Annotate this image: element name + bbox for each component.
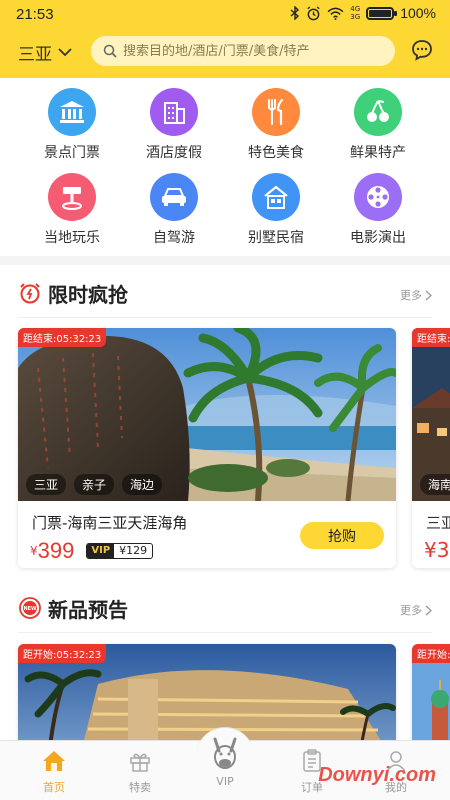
category-movie[interactable]: 电影演出	[328, 173, 428, 247]
wifi-icon	[327, 7, 344, 20]
vip-price: ¥129	[119, 544, 148, 557]
signpost-icon	[48, 173, 96, 221]
tag-list: 三亚 亲子 海边	[26, 474, 163, 495]
city-selector[interactable]: 三亚	[18, 40, 72, 65]
category-label: 景点门票	[44, 145, 100, 161]
divider	[18, 632, 432, 633]
film-reel-icon	[354, 173, 402, 221]
hotel-icon	[150, 88, 198, 136]
product-image: 距结束:05:32:23 三亚 亲子 海边	[18, 328, 396, 501]
flash-sale-header: 限时疯抢 更多	[0, 265, 450, 318]
category-hotel[interactable]: 酒店度假	[124, 88, 224, 162]
battery-percent: 100%	[400, 5, 436, 21]
more-label: 更多	[400, 604, 422, 617]
chevron-right-icon	[425, 290, 432, 300]
nav-home[interactable]: 首页	[24, 749, 84, 795]
category-label: 别墅民宿	[248, 230, 304, 246]
battery-fill	[369, 9, 392, 17]
status-bar: 21:53 4G 3G 100%	[0, 0, 450, 30]
price: 399	[37, 538, 75, 563]
cutlery-icon	[252, 88, 300, 136]
network-type: 4G 3G	[350, 5, 360, 21]
category-local-fun[interactable]: 当地玩乐	[22, 173, 122, 247]
product-card[interactable]: 距结束:05:32:23 三亚 亲子 海边 门票-海南三亚天涯海角 ¥ 399 …	[18, 328, 396, 568]
search-bar[interactable]	[91, 36, 395, 66]
new-arrivals-header: NEW 新品预告 更多	[0, 580, 450, 633]
section-title: 新品预告	[48, 598, 128, 622]
new-arrivals-section: NEW 新品预告 更多 距开始:05:32:23 距开始	[0, 580, 450, 764]
app-header: 21:53 4G 3G 100% 三亚	[0, 0, 450, 78]
category-self-drive[interactable]: 自驾游	[124, 173, 224, 247]
category-food[interactable]: 特色美食	[226, 88, 326, 162]
buy-button[interactable]: 抢购	[300, 522, 384, 549]
flash-sale-section: 限时疯抢 更多 距结束:05:32:23 三亚 亲子 海边 门票-海南三亚天涯海…	[0, 265, 450, 581]
countdown-badge: 距开始:05:32:23	[18, 644, 107, 663]
new-badge-text: NEW	[23, 606, 37, 612]
countdown-badge: 距结束:0	[412, 328, 450, 347]
alarm-clock-icon	[20, 283, 40, 304]
category-fruit[interactable]: 鲜果特产	[328, 88, 428, 162]
alarm-icon	[307, 5, 320, 20]
battery-icon	[366, 6, 398, 20]
price-symbol: ¥	[30, 544, 38, 558]
status-time: 21:53	[16, 6, 54, 23]
product-card-next[interactable]: 距结束:0 海南 三亚 ¥39	[412, 328, 450, 568]
more-link[interactable]: 更多	[400, 602, 432, 618]
city-label: 三亚	[18, 45, 52, 65]
more-link[interactable]: 更多	[400, 287, 432, 303]
search-input[interactable]	[123, 43, 383, 59]
nav-vip[interactable]: VIP	[195, 737, 255, 788]
category-label: 电影演出	[350, 230, 406, 246]
status-icons: 4G 3G 100%	[290, 5, 436, 21]
countdown-badge: 距结束:05:32:23	[18, 328, 107, 347]
message-icon[interactable]	[410, 38, 434, 62]
price-row: ¥ 399 VIP ¥129	[30, 538, 154, 564]
network-4g-label: 4G	[350, 5, 361, 13]
tag: 三亚	[26, 474, 67, 495]
category-label: 鲜果特产	[350, 145, 406, 161]
vip-price-badge: VIP ¥129	[86, 543, 154, 559]
category-label: 当地玩乐	[44, 230, 100, 246]
category-label: 特色美食	[248, 145, 304, 161]
category-label: 酒店度假	[146, 145, 202, 161]
chevron-down-icon	[58, 48, 72, 57]
house-icon	[252, 173, 300, 221]
nav-sale[interactable]: 特卖	[110, 749, 170, 795]
nav-label: VIP	[216, 775, 234, 788]
price: ¥39	[424, 538, 450, 562]
category-scenic-tickets[interactable]: 景点门票	[22, 88, 122, 162]
category-label: 自驾游	[153, 230, 195, 246]
car-icon	[150, 173, 198, 221]
divider	[18, 317, 432, 318]
gift-icon	[130, 753, 150, 772]
more-label: 更多	[400, 289, 422, 302]
search-icon	[103, 44, 117, 58]
nav-label: 特卖	[129, 781, 151, 794]
donkey-icon	[213, 737, 237, 769]
product-image: 距结束:0 海南	[412, 328, 450, 501]
tag: 海南	[420, 474, 450, 495]
section-title: 限时疯抢	[48, 283, 128, 307]
category-grid: 景点门票 酒店度假 特色美食 鲜果特产 当地玩乐 自驾游 别墅民宿 电影演出	[0, 78, 450, 256]
chevron-right-icon	[425, 605, 432, 615]
product-title: 三亚	[426, 514, 450, 532]
watermark: Downyi.com	[318, 764, 436, 786]
network-3g-label: 3G	[350, 13, 361, 21]
category-villa[interactable]: 别墅民宿	[226, 173, 326, 247]
product-title: 门票-海南三亚天涯海角	[32, 514, 188, 532]
bluetooth-icon	[290, 6, 300, 20]
bank-icon	[48, 88, 96, 136]
cherry-icon	[354, 88, 402, 136]
tag: 海边	[122, 474, 163, 495]
vip-label: VIP	[87, 544, 115, 558]
countdown-badge: 距开始:0	[412, 644, 450, 663]
home-icon	[43, 751, 65, 771]
new-badge-icon: NEW	[19, 597, 41, 619]
nav-label: 首页	[43, 781, 65, 794]
tag: 亲子	[74, 474, 115, 495]
